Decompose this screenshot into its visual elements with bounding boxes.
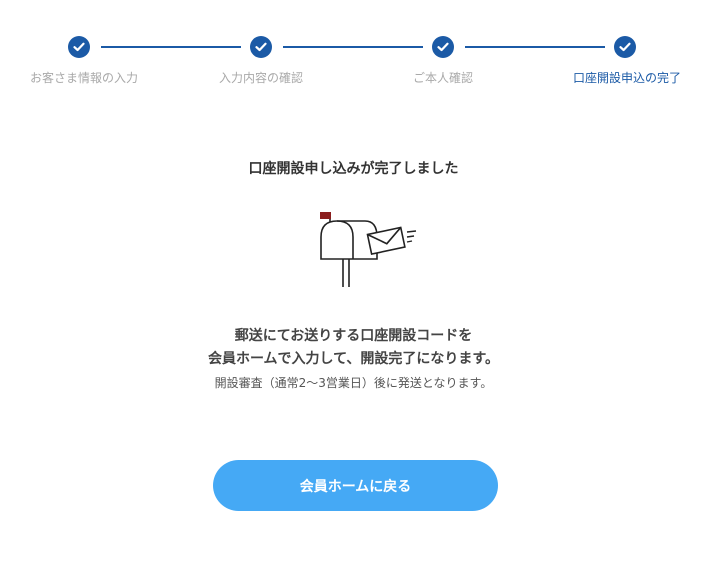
shipping-note: 開設審査（通常2〜3営業日）後に発送となります。: [214, 376, 493, 390]
step-4-check-icon: [614, 36, 636, 58]
mailbox-with-letter-icon: [313, 207, 419, 291]
step-1-check-icon: [68, 36, 90, 58]
instruction-line-1: 郵送にてお送りする口座開設コードを: [234, 328, 473, 344]
back-to-member-home-button[interactable]: 会員ホームに戻る: [213, 460, 498, 511]
step-2-label: 入力内容の確認: [218, 71, 303, 85]
step-4-label: 口座開設申込の完了: [572, 71, 681, 85]
completion-title: 口座開設申し込みが完了しました: [248, 161, 459, 177]
instruction-line-2: 会員ホームで入力して、開設完了になります。: [207, 351, 500, 367]
step-connector-3: [465, 46, 605, 48]
step-1-label: お客さま情報の入力: [29, 71, 138, 85]
step-2-check-icon: [250, 36, 272, 58]
step-3-check-icon: [432, 36, 454, 58]
step-connector-1: [101, 46, 241, 48]
step-connector-2: [283, 46, 423, 48]
step-3-label: ご本人確認: [412, 71, 473, 85]
progress-stepper: お客さま情報の入力 入力内容の確認 ご本人確認 口座開設申込の完了: [0, 0, 707, 100]
